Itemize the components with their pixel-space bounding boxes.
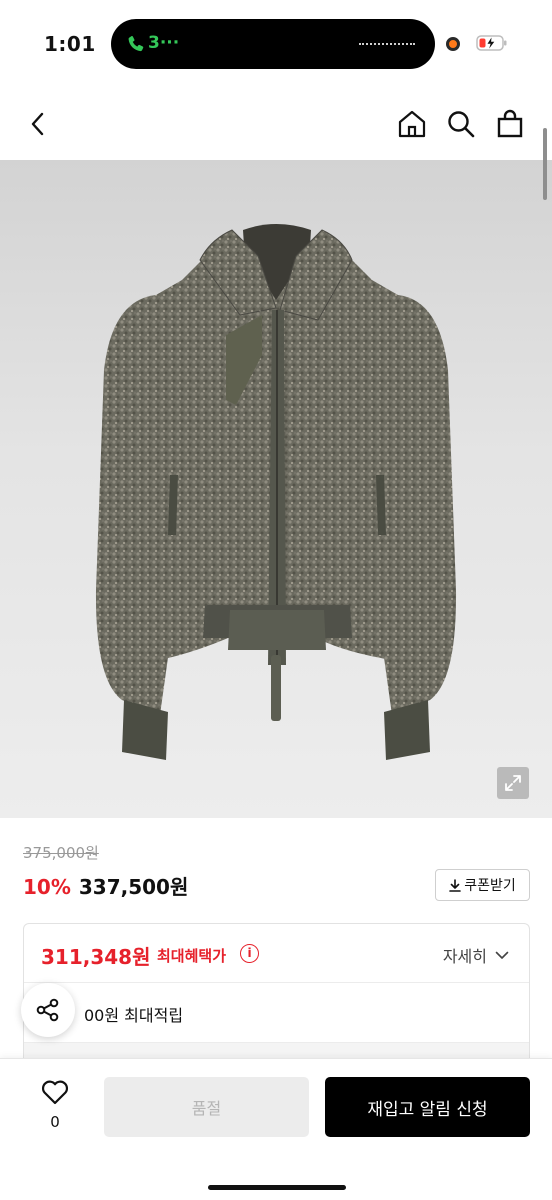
- discount-rate: 10%: [23, 875, 71, 899]
- info-icon[interactable]: i: [240, 944, 259, 963]
- soldout-button: 품절: [104, 1077, 309, 1137]
- search-button[interactable]: [441, 104, 481, 144]
- back-button[interactable]: [18, 104, 58, 144]
- recording-dot-icon: [446, 37, 460, 51]
- nav-bar: [0, 90, 552, 160]
- detail-toggle[interactable]: 자세히: [443, 943, 509, 967]
- home-button[interactable]: [392, 104, 432, 144]
- max-benefit-price: 311,348원: [41, 945, 151, 969]
- status-time: 1:01: [44, 32, 96, 56]
- call-duration: 3···: [148, 33, 180, 53]
- max-benefit-label: 최대혜택가: [157, 947, 227, 965]
- share-icon: [36, 998, 59, 1022]
- coupon-label: 쿠폰받기: [464, 878, 516, 894]
- soldout-label: 품절: [191, 1099, 222, 1118]
- shopping-bag-icon: [497, 109, 523, 138]
- search-icon: [448, 111, 475, 138]
- points-text: 00원 최대적립: [84, 1006, 184, 1025]
- status-bar: 1:01 3···: [0, 0, 552, 90]
- coupon-button[interactable]: 쿠폰받기: [435, 869, 530, 901]
- home-icon: [398, 110, 426, 138]
- scroll-indicator: [543, 128, 547, 200]
- original-price: 375,000원: [23, 844, 99, 862]
- restock-notify-button[interactable]: 재입고 알림 신청: [325, 1077, 530, 1137]
- heart-icon: [41, 1080, 69, 1105]
- expand-icon: [505, 775, 521, 791]
- chevron-down-icon: [495, 951, 509, 959]
- battery-charging-icon: [476, 35, 507, 51]
- home-indicator[interactable]: [208, 1185, 346, 1190]
- back-chevron-icon: [31, 112, 44, 136]
- price-row: 10% 337,500원: [23, 871, 188, 900]
- download-icon: [449, 878, 462, 892]
- dynamic-island[interactable]: 3···: [111, 19, 435, 69]
- sale-price: 337,500원: [78, 875, 189, 899]
- expand-image-button[interactable]: [497, 767, 529, 799]
- waveform-indicator: [359, 43, 415, 45]
- divider: [24, 982, 529, 983]
- restock-notify-label: 재입고 알림 신청: [367, 1099, 488, 1120]
- wishlist-count: 0: [50, 1113, 60, 1131]
- wishlist-button[interactable]: 0: [36, 1079, 74, 1135]
- bottom-action-bar: 0 품절 재입고 알림 신청: [0, 1058, 552, 1200]
- jacket-image: [95, 224, 457, 760]
- phone-icon: [128, 35, 144, 52]
- detail-label: 자세히: [442, 947, 487, 966]
- product-image[interactable]: [0, 160, 552, 818]
- benefit-box: 311,348원 최대혜택가 i 자세히 00원 최대적립: [23, 923, 530, 1063]
- share-button[interactable]: [21, 983, 75, 1037]
- cart-button[interactable]: [490, 104, 530, 144]
